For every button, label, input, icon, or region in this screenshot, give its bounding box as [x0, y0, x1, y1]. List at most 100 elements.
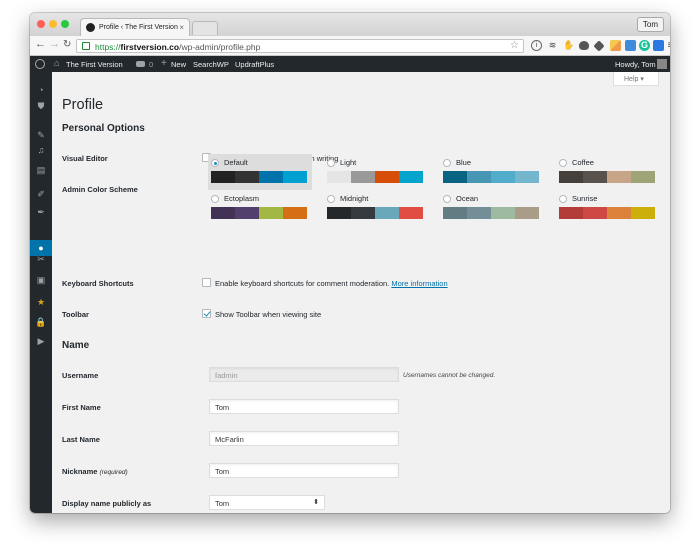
scheme-name: Midnight — [340, 194, 369, 203]
badge-extension-icon[interactable] — [625, 40, 636, 51]
swatch-color — [559, 171, 583, 183]
new-content-link[interactable]: New — [171, 60, 186, 69]
close-window-button[interactable] — [37, 20, 45, 28]
minimize-window-button[interactable] — [49, 20, 57, 28]
scheme-radio[interactable] — [211, 195, 219, 203]
swatch-color — [467, 207, 491, 219]
info-extension-icon[interactable]: i — [531, 40, 542, 51]
keyboard-shortcuts-text: Enable keyboard shortcuts for comment mo… — [215, 279, 448, 288]
lock-menu-icon[interactable]: 🔒 — [35, 317, 47, 327]
swatch-color — [211, 171, 235, 183]
users-icon[interactable]: ● — [35, 243, 47, 253]
tab-bar: Profile ‹ The First Version × Tom — [30, 13, 670, 36]
note-extension-icon[interactable] — [610, 40, 621, 51]
swatch-color — [631, 171, 655, 183]
pushpin-icon[interactable]: ✎ — [35, 130, 47, 140]
scheme-radio[interactable] — [443, 195, 451, 203]
display-name-select[interactable]: Tom ⬍ — [209, 495, 325, 510]
hand-extension-icon[interactable]: ✋ — [563, 40, 574, 51]
scheme-radio[interactable] — [211, 159, 219, 167]
scheme-radio[interactable] — [443, 159, 451, 167]
username-field: fadmin — [209, 367, 399, 382]
swatch-color — [443, 171, 467, 183]
wp-admin-bar: ⌂ The First Version 0 + New SearchWP Upd… — [30, 56, 670, 72]
color-scheme-blue[interactable]: Blue — [440, 154, 544, 190]
swatch-color — [351, 171, 375, 183]
media-icon[interactable]: ♫ — [35, 145, 47, 155]
plugins-icon[interactable]: ✒ — [35, 207, 47, 217]
reload-icon[interactable]: ↻ — [63, 39, 71, 50]
comments-count[interactable]: 0 — [149, 60, 153, 69]
window-extension-icon[interactable] — [653, 40, 664, 51]
color-scheme-light[interactable]: Light — [324, 154, 428, 190]
first-name-field[interactable]: Tom — [209, 399, 399, 414]
scheme-radio[interactable] — [559, 195, 567, 203]
color-scheme-ectoplasm[interactable]: Ectoplasm — [208, 190, 312, 226]
settings-icon[interactable]: ▣ — [35, 275, 47, 285]
swatch-color — [443, 207, 467, 219]
toolbar-label: Toolbar — [62, 310, 89, 319]
color-scheme-label: Admin Color Scheme — [62, 185, 138, 194]
shield-icon[interactable]: ⛊ — [35, 101, 47, 111]
swatch-color — [235, 171, 259, 183]
browser-tab[interactable]: Profile ‹ The First Version × — [80, 18, 190, 36]
wordpress-favicon-icon — [86, 23, 95, 32]
help-tab[interactable]: Help ▾ — [613, 72, 659, 86]
browser-toolbar: ← → ↻ https://firstversion.co/wp-admin/p… — [30, 36, 670, 56]
comments-icon[interactable] — [136, 61, 145, 67]
layers-extension-icon[interactable]: ≋ — [547, 40, 558, 51]
star-icon[interactable]: ★ — [35, 297, 47, 307]
keyboard-shortcuts-checkbox[interactable] — [202, 278, 211, 287]
toolbar-checkbox[interactable] — [202, 309, 211, 318]
lock-icon — [82, 42, 90, 50]
scheme-radio[interactable] — [559, 159, 567, 167]
swatch-color — [631, 207, 655, 219]
admin-menu: ◔ ⛊ ✎ ♫ ▤ ✐ ✒ ● ✂ ▣ ★ 🔒 ▶ — [30, 72, 52, 513]
more-information-link[interactable]: More information — [391, 279, 447, 288]
play-icon[interactable]: ▶ — [35, 336, 47, 346]
required-note: (required) — [99, 469, 128, 476]
swatch-color — [607, 207, 631, 219]
color-scheme-midnight[interactable]: Midnight — [324, 190, 428, 226]
diamond-extension-icon[interactable] — [593, 40, 605, 52]
swatch-color — [491, 207, 515, 219]
back-arrow-icon[interactable]: ← — [35, 38, 46, 50]
tab-title: Profile ‹ The First Version — [99, 24, 178, 31]
swatch-color — [351, 207, 375, 219]
nickname-label: Nickname (required) — [62, 467, 128, 476]
toolbar-text: Show Toolbar when viewing site — [215, 310, 322, 319]
user-avatar[interactable] — [657, 59, 667, 69]
tools-icon[interactable]: ✂ — [35, 254, 47, 264]
color-scheme-coffee[interactable]: Coffee — [556, 154, 660, 190]
bookmark-star-icon[interactable]: ☆ — [510, 40, 519, 51]
address-bar[interactable]: https://firstversion.co/wp-admin/profile… — [76, 39, 524, 53]
wordpress-logo-icon[interactable] — [35, 59, 45, 69]
color-scheme-ocean[interactable]: Ocean — [440, 190, 544, 226]
dashboard-icon[interactable]: ◔ — [35, 85, 47, 95]
comments-menu-icon[interactable]: ✐ — [35, 189, 47, 199]
zoom-window-button[interactable] — [61, 20, 69, 28]
scheme-name: Sunrise — [572, 194, 598, 203]
scheme-name: Ectoplasm — [224, 194, 260, 203]
scheme-radio[interactable] — [327, 195, 335, 203]
color-scheme-default[interactable]: Default — [208, 154, 312, 190]
forward-arrow-icon[interactable]: → — [49, 38, 60, 50]
scheme-radio[interactable] — [327, 159, 335, 167]
pocket-extension-icon[interactable] — [579, 41, 589, 50]
pages-icon[interactable]: ▤ — [35, 165, 47, 175]
swatch-color — [559, 207, 583, 219]
tab-close-icon[interactable]: × — [179, 23, 184, 32]
nickname-field[interactable]: Tom — [209, 463, 399, 478]
menu-icon[interactable]: ≡ — [665, 40, 670, 51]
color-scheme-sunrise[interactable]: Sunrise — [556, 190, 660, 226]
page-title: Profile — [62, 97, 104, 113]
grammarly-extension-icon[interactable]: G — [639, 40, 650, 51]
howdy-user-link[interactable]: Howdy, Tom — [615, 60, 656, 69]
searchwp-link[interactable]: SearchWP — [193, 60, 229, 69]
new-tab-button[interactable] — [192, 21, 218, 35]
site-name-link[interactable]: The First Version — [66, 60, 123, 69]
profile-user-button[interactable]: Tom — [636, 17, 664, 32]
swatch-color — [235, 207, 259, 219]
last-name-field[interactable]: McFarlin — [209, 431, 399, 446]
updraftplus-link[interactable]: UpdraftPlus — [235, 60, 274, 69]
